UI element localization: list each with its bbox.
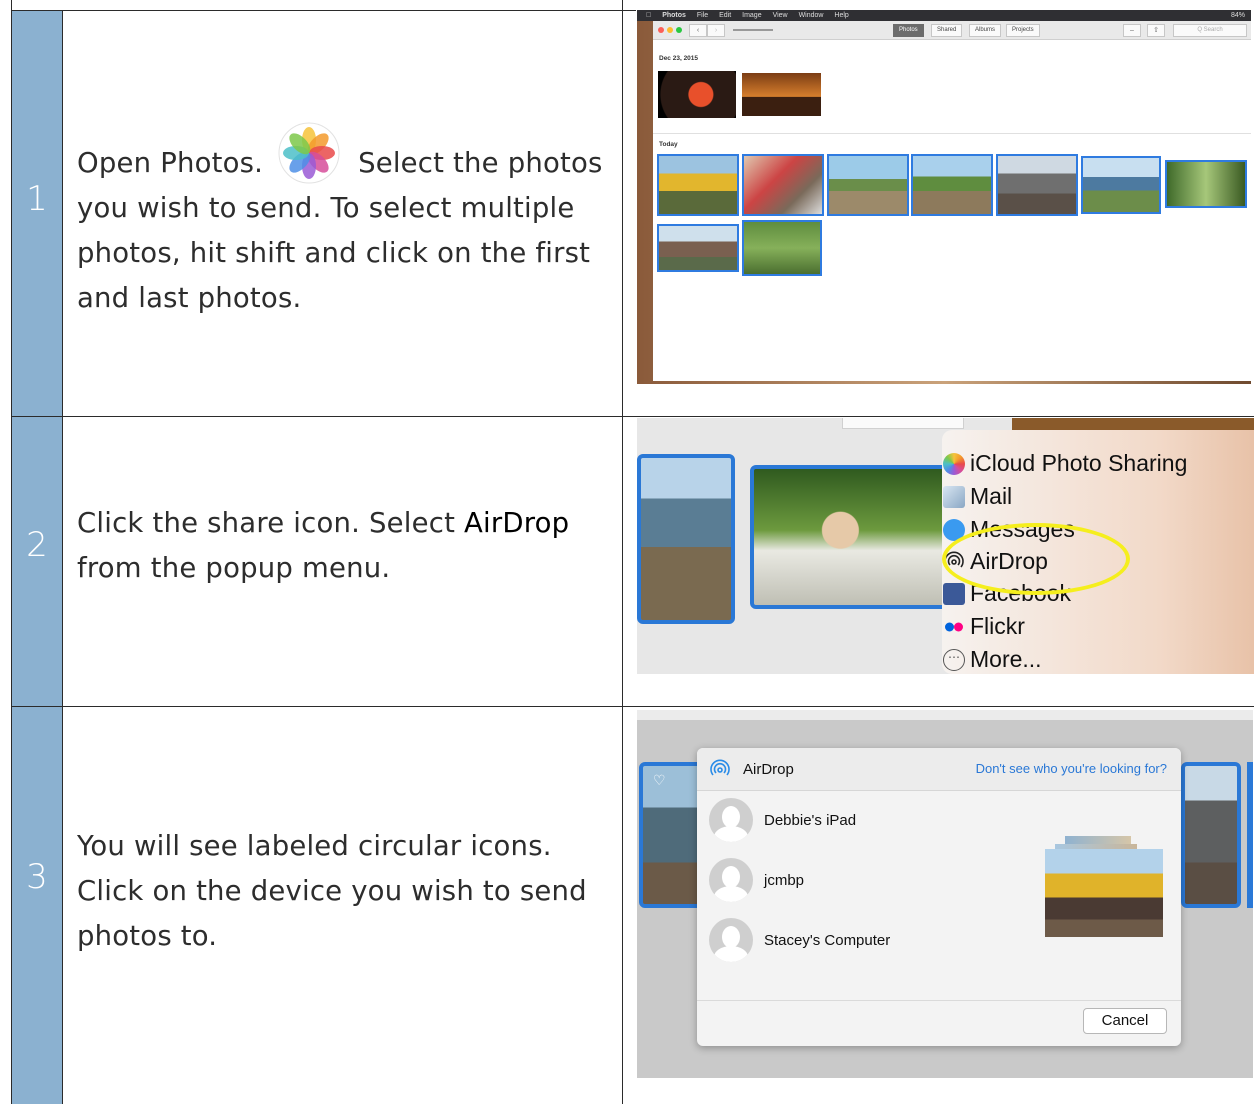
minimize-window-button[interactable] — [667, 27, 673, 33]
toolbar-fragment — [842, 418, 964, 429]
rotate-button[interactable]: – — [1123, 24, 1141, 37]
share-button[interactable]: ⇧ — [1147, 24, 1165, 37]
cancel-button[interactable]: Cancel — [1083, 1008, 1167, 1034]
icloud-photos-icon — [943, 453, 965, 475]
close-window-button[interactable] — [658, 27, 664, 33]
photo-thumbnail[interactable] — [1165, 160, 1247, 208]
step-1-cell: 1 — [12, 11, 62, 416]
section-date-label: Dec 23, 2015 — [659, 55, 699, 62]
step-2-text-end: from the popup menu. — [77, 552, 391, 584]
table-row-divider-1 — [12, 416, 1254, 417]
device-avatar-icon[interactable] — [709, 858, 753, 902]
step-2-number: 2 — [26, 525, 48, 565]
device-staceys-computer[interactable]: Stacey's Computer — [764, 932, 890, 949]
menu-item-label: More... — [970, 646, 1042, 672]
dialog-title: AirDrop — [743, 761, 794, 778]
battery-status: 84% — [1230, 12, 1245, 19]
photos-app-screenshot:  Photos File Edit Image View Window Hel… — [637, 10, 1251, 384]
photo-thumbnail[interactable] — [657, 154, 739, 216]
device-avatar-icon[interactable] — [709, 918, 753, 962]
forward-button[interactable]: › — [707, 24, 725, 37]
step-1-text-start: Open Photos. — [77, 147, 264, 179]
table-border-mid — [622, 0, 623, 1104]
favorite-heart-icon[interactable]: ♡ — [653, 772, 666, 789]
menu-photos[interactable]: Photos — [662, 12, 686, 19]
menu-item-label: Flickr — [970, 613, 1025, 639]
step-1-number: 1 — [26, 179, 48, 219]
photo-edge — [1247, 762, 1253, 908]
airdrop-dialog-screenshot: ♡ AirDrop Don't see who you're looking f… — [637, 710, 1253, 1078]
highlight-circle — [942, 523, 1130, 595]
photo-thumbnail[interactable] — [1081, 156, 1161, 214]
device-jcmbp[interactable]: jcmbp — [764, 872, 804, 889]
menu-image[interactable]: Image — [742, 12, 761, 19]
photo-stack-preview — [1045, 849, 1163, 937]
back-button[interactable]: ‹ — [689, 24, 707, 37]
photo-thumbnail[interactable] — [742, 73, 821, 116]
step-2-cell: 2 — [12, 417, 62, 706]
step-1-text: Open Photos. Select the photos you wish … — [77, 122, 617, 321]
zoom-slider[interactable] — [733, 29, 773, 31]
help-link[interactable]: Don't see who you're looking for? — [976, 761, 1167, 776]
photo-thumbnail[interactable] — [750, 465, 950, 609]
share-menu-screenshot: iCloud Photo Sharing Mail Messages AirDr… — [637, 418, 1254, 674]
step-2-airdrop-word: AirDrop — [464, 507, 570, 539]
table-row-divider-2 — [12, 706, 1254, 707]
top-strip — [637, 710, 1253, 720]
step-3-number: 3 — [26, 857, 48, 897]
menu-file[interactable]: File — [697, 12, 708, 19]
menu-view[interactable]: View — [773, 12, 788, 19]
photos-window: ‹ › Photos Shared Albums Projects – ⇧ Q … — [653, 21, 1251, 381]
search-input[interactable]: Q Search — [1173, 24, 1247, 37]
table-border-top — [12, 10, 636, 11]
mac-menu-bar:  Photos File Edit Image View Window Hel… — [637, 10, 1251, 21]
mail-icon — [943, 486, 965, 508]
step-3-cell: 3 — [12, 707, 62, 1104]
menu-window[interactable]: Window — [799, 12, 824, 19]
photo-thumbnail[interactable] — [911, 154, 993, 216]
photo-thumbnail[interactable] — [742, 154, 824, 216]
dialog-footer-divider — [697, 1000, 1181, 1001]
apple-icon:  — [646, 12, 651, 19]
flickr-icon — [943, 616, 965, 638]
facebook-icon — [943, 583, 965, 605]
zoom-window-button[interactable] — [676, 27, 682, 33]
photos-app-icon — [278, 122, 340, 184]
menu-help[interactable]: Help — [834, 12, 848, 19]
photo-thumbnail[interactable] — [637, 454, 735, 624]
photo-thumbnail[interactable] — [658, 71, 736, 118]
photo-thumbnail[interactable] — [827, 154, 909, 216]
menu-item-flickr[interactable]: Flickr — [945, 613, 1025, 640]
dialog-header: AirDrop Don't see who you're looking for… — [697, 748, 1181, 791]
step-2-text: Click the share icon. Select AirDrop fro… — [77, 501, 617, 591]
step-3-text: You will see labeled circular icons. Cli… — [77, 830, 587, 952]
menu-item-more[interactable]: ⋯ More... — [943, 646, 1042, 673]
table-border-col1 — [62, 10, 63, 1104]
photos-toolbar: ‹ › Photos Shared Albums Projects – ⇧ Q … — [653, 21, 1251, 40]
menu-item-mail[interactable]: Mail — [943, 483, 1013, 510]
photo-thumbnail[interactable] — [742, 220, 822, 276]
tab-photos[interactable]: Photos — [893, 24, 924, 37]
section-divider — [653, 133, 1251, 134]
more-icon: ⋯ — [943, 649, 965, 671]
section-today-label: Today — [659, 141, 678, 148]
airdrop-dialog: AirDrop Don't see who you're looking for… — [697, 748, 1181, 1046]
photo-thumbnail[interactable] — [1181, 762, 1241, 908]
device-debbies-ipad[interactable]: Debbie's iPad — [764, 812, 856, 829]
airdrop-icon — [709, 759, 731, 786]
menu-item-icloud-photo-sharing[interactable]: iCloud Photo Sharing — [943, 450, 1188, 477]
photo-thumbnail[interactable] — [996, 154, 1078, 216]
tab-projects[interactable]: Projects — [1006, 24, 1040, 37]
device-avatar-icon[interactable] — [709, 798, 753, 842]
step-2-text-start: Click the share icon. Select — [77, 507, 464, 539]
menu-item-label: Mail — [970, 483, 1013, 509]
menu-item-label: iCloud Photo Sharing — [970, 450, 1188, 476]
tab-albums[interactable]: Albums — [969, 24, 1002, 37]
photo-thumbnail[interactable] — [657, 224, 739, 272]
tab-shared[interactable]: Shared — [931, 24, 963, 37]
menu-edit[interactable]: Edit — [719, 12, 731, 19]
